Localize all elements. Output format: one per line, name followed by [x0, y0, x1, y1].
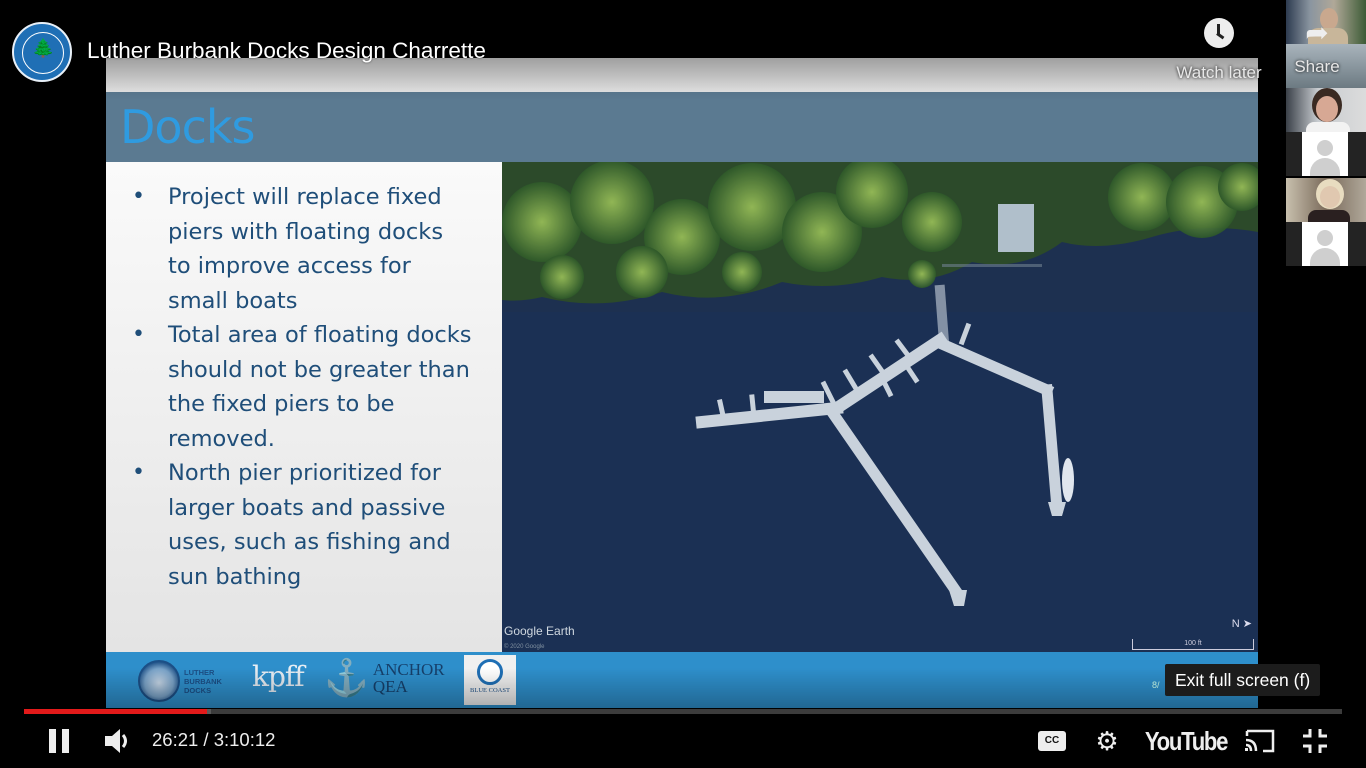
bullet-item: • Project will replace fixed piers with f… [106, 180, 502, 318]
presentation-slide: Docks • Project will replace fixed piers … [106, 58, 1258, 708]
exit-fullscreen-button[interactable] [1298, 724, 1332, 758]
scale-bar: 100 ft [1132, 639, 1254, 650]
slide-header-band [106, 92, 1258, 162]
pause-icon-bar [49, 729, 56, 753]
slide-bullet-panel: • Project will replace fixed piers with f… [106, 162, 502, 652]
exit-fullscreen-tooltip: Exit full screen (f) [1165, 664, 1321, 696]
played-bar [24, 709, 207, 714]
share-button[interactable]: ➦ Share [1284, 18, 1350, 77]
settings-button[interactable]: ⚙ [1092, 724, 1122, 758]
bullet-dot-icon: • [132, 184, 145, 209]
pause-icon-bar [62, 729, 69, 753]
volume-icon [105, 729, 127, 753]
watch-later-button[interactable]: Watch later [1166, 18, 1272, 83]
participant-video-tile [1286, 88, 1366, 132]
share-arrow-icon: ➦ [1305, 17, 1329, 48]
participant-video-tile [1286, 178, 1366, 222]
cast-icon [1245, 729, 1275, 753]
bullet-dot-icon: • [132, 322, 145, 347]
bullet-dot-icon: • [132, 460, 145, 485]
google-copyright: © 2020 Google [504, 644, 545, 650]
user-avatar-icon [1302, 132, 1348, 176]
cast-button[interactable] [1242, 724, 1278, 758]
north-arrow-icon: N ➤ [1231, 618, 1252, 630]
google-earth-attribution: Google Earth [504, 624, 575, 638]
video-player[interactable]: Docks • Project will replace fixed piers … [0, 0, 1366, 768]
subtitles-button[interactable]: CC [1036, 724, 1068, 758]
video-title[interactable]: Luther Burbank Docks Design Charrette [87, 38, 486, 64]
dock-structure [695, 284, 1074, 606]
youtube-logo-button[interactable]: YouTube [1145, 724, 1229, 758]
slide-title: Docks [120, 100, 255, 154]
time-display: 26:21 / 3:10:12 [152, 729, 276, 750]
user-avatar-icon [1302, 222, 1348, 266]
cc-icon: CC [1038, 731, 1066, 751]
aerial-dock-photo: N ➤ Google Earth © 2020 Google 100 ft [502, 162, 1258, 652]
participant-avatar-tile [1286, 222, 1366, 266]
channel-logo[interactable]: 🌲 [12, 22, 72, 82]
bullet-list: • Project will replace fixed piers with f… [106, 162, 502, 594]
gear-icon: ⚙ [1095, 725, 1119, 756]
tree-icon: 🌲 [32, 38, 55, 58]
pause-button[interactable] [44, 724, 74, 758]
mute-button[interactable] [100, 724, 136, 758]
exit-fullscreen-icon [1303, 729, 1327, 753]
clock-icon [1204, 18, 1234, 48]
participant-avatar-tile [1286, 132, 1366, 176]
bullet-item: • North pier prioritized for larger boats… [106, 456, 502, 594]
seek-bar[interactable] [24, 709, 1342, 714]
bullet-item: • Total area of floating docks should not… [106, 318, 502, 456]
